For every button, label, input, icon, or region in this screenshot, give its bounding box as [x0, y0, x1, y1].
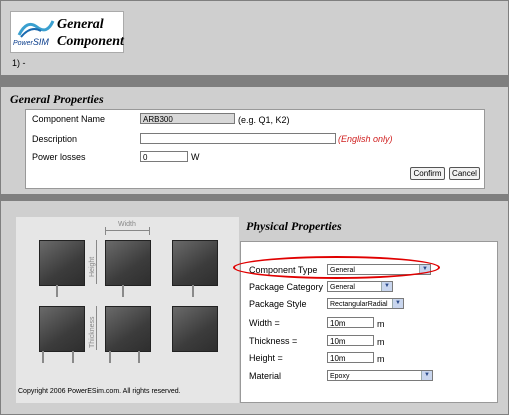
- thickness-unit: m: [377, 337, 385, 347]
- width-dimension-label: Width: [118, 221, 136, 228]
- page-title: General Component: [57, 17, 124, 49]
- package-category-select[interactable]: General ▼: [327, 281, 393, 292]
- highlight-oval: [233, 256, 440, 279]
- physical-properties-panel: Width Height Thickness Copyright 2006 Po…: [1, 201, 508, 414]
- copyright-text: Copyright 2006 PowerESim.com. All rights…: [18, 388, 181, 395]
- width-label: Width =: [249, 318, 280, 328]
- material-select[interactable]: Epoxy ▼: [327, 370, 433, 381]
- thickness-label: Thickness =: [249, 336, 298, 346]
- package-style-label: Package Style: [249, 299, 307, 309]
- height-dimension-line: [96, 240, 97, 284]
- step-text: 1) -: [12, 58, 26, 68]
- dropdown-arrow-icon: ▼: [421, 371, 432, 380]
- power-losses-field[interactable]: 0: [140, 151, 188, 162]
- general-properties-title: General Properties: [10, 92, 104, 106]
- dropdown-arrow-icon: ▼: [392, 299, 403, 308]
- cancel-button[interactable]: Cancel: [449, 167, 480, 180]
- physical-properties-title: Physical Properties: [246, 219, 342, 233]
- power-losses-label: Power losses: [32, 152, 86, 162]
- width-dimension-tick: [149, 227, 150, 235]
- description-label: Description: [32, 134, 78, 144]
- description-hint: (English only): [338, 134, 393, 144]
- material-label: Material: [249, 371, 282, 381]
- chip-top-left: [39, 240, 85, 286]
- package-style-select[interactable]: RectangularRadial ▼: [327, 298, 404, 309]
- logo-swoosh-icon: [17, 20, 55, 38]
- chip-bottom-middle: [105, 306, 151, 352]
- width-dimension-line: [105, 230, 149, 231]
- chip-lead: [138, 351, 140, 363]
- description-field[interactable]: [140, 133, 336, 144]
- header-panel: PowerSIM General Component 1) -: [1, 1, 508, 75]
- chip-lead: [56, 285, 58, 297]
- chip-lead: [72, 351, 74, 363]
- thickness-field[interactable]: 10m: [327, 335, 374, 346]
- width-field[interactable]: 10m: [327, 317, 374, 328]
- thickness-dimension-label: Thickness: [89, 316, 96, 348]
- power-losses-unit: W: [191, 152, 200, 162]
- powersim-logo: PowerSIM General Component: [10, 11, 124, 53]
- general-properties-panel: General Properties Component Name ARB300…: [1, 87, 508, 194]
- chip-bottom-right: [172, 306, 218, 352]
- height-label: Height =: [249, 353, 283, 363]
- width-dimension-tick: [105, 227, 106, 235]
- chip-bottom-left: [39, 306, 85, 352]
- component-name-hint: (e.g. Q1, K2): [238, 115, 290, 125]
- dropdown-arrow-icon: ▼: [381, 282, 392, 291]
- chip-top-right: [172, 240, 218, 286]
- chip-lead: [42, 351, 44, 363]
- confirm-button[interactable]: Confirm: [410, 167, 445, 180]
- package-diagram: Width Height Thickness Copyright 2006 Po…: [16, 217, 239, 403]
- chip-top-middle: [105, 240, 151, 286]
- logo-brand: PowerSIM: [13, 37, 49, 47]
- width-unit: m: [377, 319, 385, 329]
- thickness-dimension-line: [96, 306, 97, 350]
- component-name-field[interactable]: ARB300: [140, 113, 235, 124]
- package-category-label: Package Category: [249, 282, 324, 292]
- chip-lead: [109, 351, 111, 363]
- general-properties-box: Component Name ARB300 (e.g. Q1, K2) Desc…: [25, 109, 485, 189]
- chip-lead: [122, 285, 124, 297]
- height-unit: m: [377, 354, 385, 364]
- height-field[interactable]: 10m: [327, 352, 374, 363]
- component-name-label: Component Name: [32, 114, 106, 124]
- height-dimension-label: Height: [89, 256, 96, 277]
- chip-lead: [192, 285, 194, 297]
